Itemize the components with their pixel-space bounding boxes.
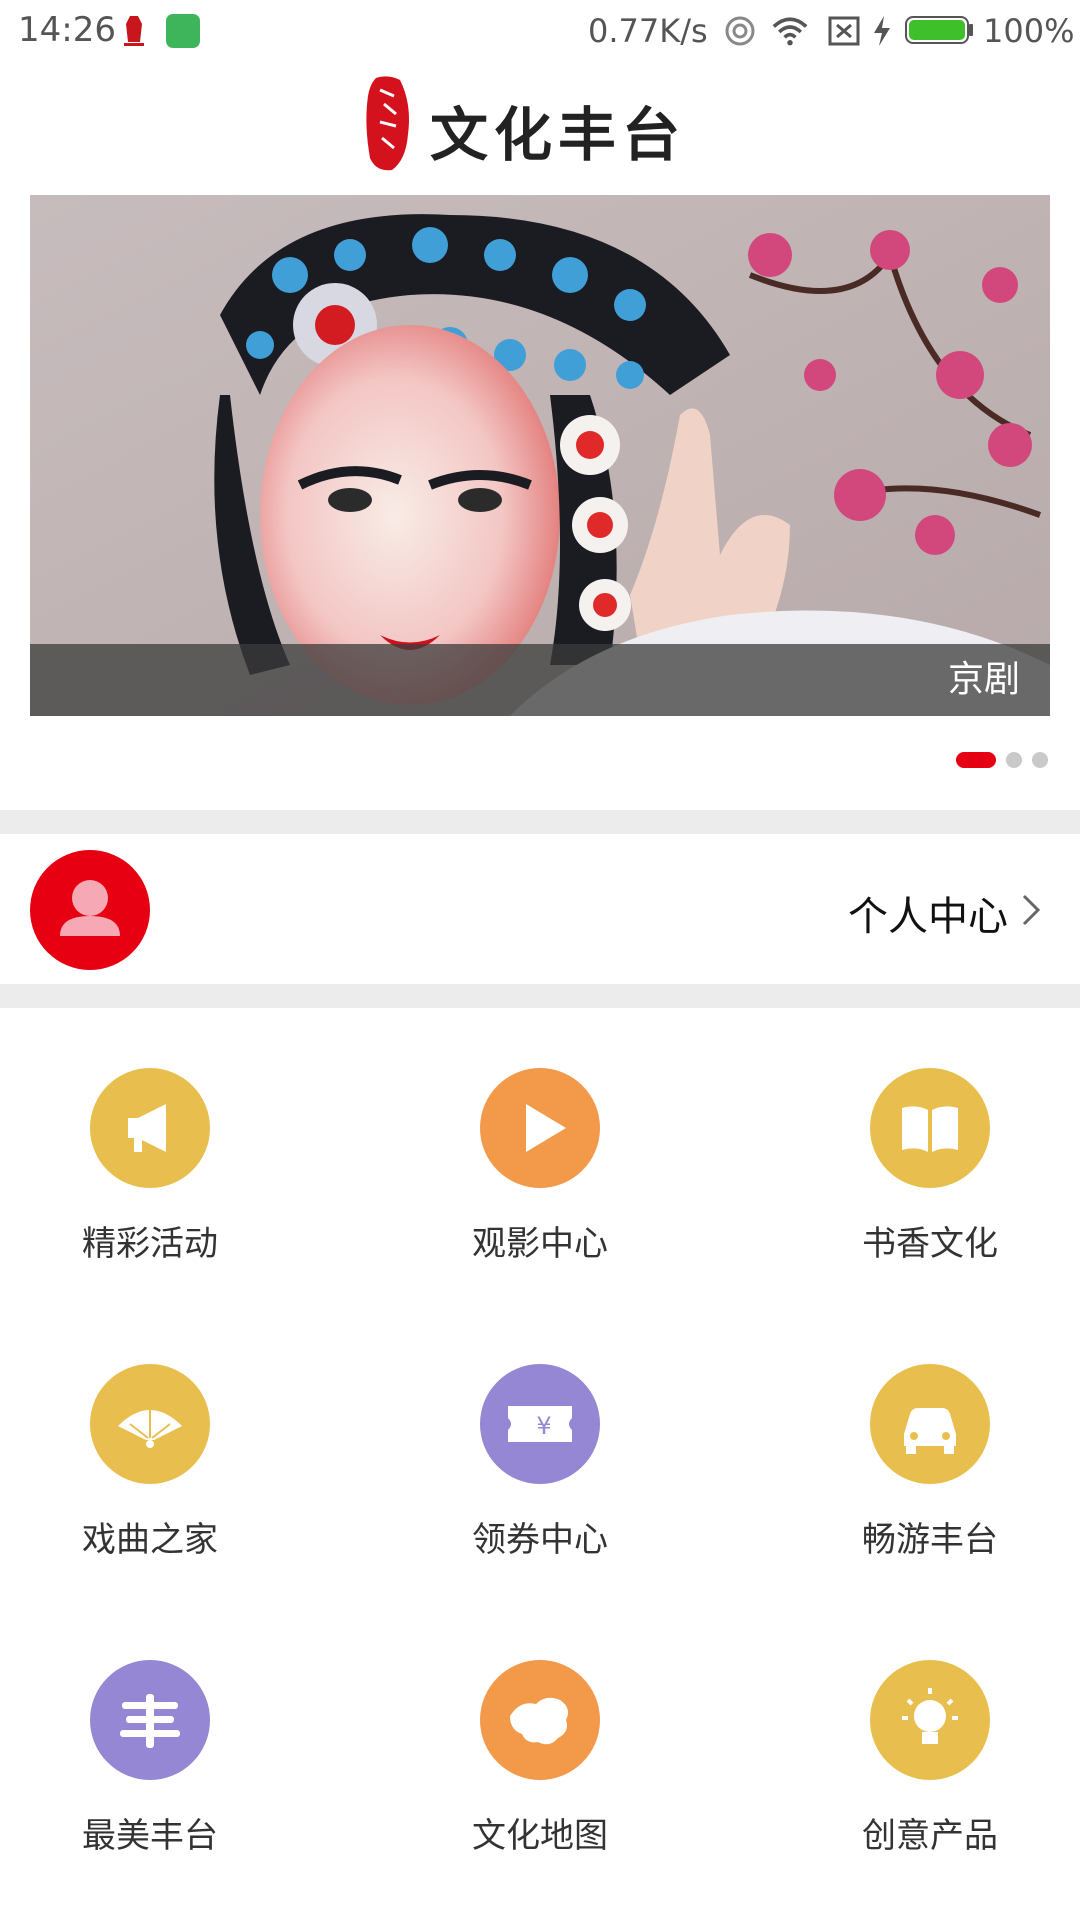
grid-item-label: 戏曲之家 bbox=[82, 1520, 218, 1560]
app-notification-icon bbox=[124, 16, 144, 46]
play-icon bbox=[480, 1068, 600, 1188]
section-divider bbox=[0, 984, 1080, 1008]
grid-item-opera[interactable]: 戏曲之家 bbox=[0, 1364, 300, 1604]
charging-icon bbox=[874, 16, 890, 46]
hotspot-icon bbox=[725, 16, 755, 46]
fan-icon bbox=[90, 1364, 210, 1484]
grid-item-label: 最美丰台 bbox=[82, 1816, 218, 1856]
carousel-dot-active[interactable] bbox=[956, 752, 996, 768]
app-header: 文化丰台 bbox=[0, 62, 1080, 190]
app-notification-icon-2 bbox=[166, 14, 200, 48]
user-icon bbox=[60, 880, 120, 936]
seal-logo-icon bbox=[366, 76, 409, 171]
car-icon bbox=[870, 1364, 990, 1484]
app-logo-title: 文化丰台 bbox=[430, 101, 687, 169]
section-divider bbox=[0, 810, 1080, 834]
banner-carousel[interactable]: 京剧 bbox=[30, 195, 1050, 716]
chevron-right-icon bbox=[1022, 894, 1041, 926]
avatar[interactable] bbox=[30, 850, 150, 970]
grid-item-activities[interactable]: 精彩活动 bbox=[0, 1068, 300, 1308]
megaphone-icon bbox=[90, 1068, 210, 1188]
china-map-icon bbox=[480, 1660, 600, 1780]
grid-item-travel[interactable]: 畅游丰台 bbox=[780, 1364, 1080, 1604]
grid-item-label: 文化地图 bbox=[472, 1816, 608, 1856]
grid-item-beautiful-fengtai[interactable]: 最美丰台 bbox=[0, 1660, 300, 1900]
grid-item-label: 精彩活动 bbox=[82, 1224, 218, 1264]
carousel-dot[interactable] bbox=[1032, 752, 1048, 768]
status-time: 14:26 bbox=[18, 10, 116, 50]
grid-item-cinema[interactable]: 观影中心 bbox=[390, 1068, 690, 1308]
feng-icon bbox=[90, 1660, 210, 1780]
banner-caption-bar bbox=[30, 644, 1050, 716]
personal-center-label: 个人中心 bbox=[848, 894, 1008, 940]
status-bar: 14:26 0.77K/s 100% bbox=[0, 0, 1080, 62]
wifi-icon bbox=[772, 17, 808, 46]
banner-image bbox=[30, 195, 1050, 716]
book-icon bbox=[870, 1068, 990, 1188]
svg-text:¥: ¥ bbox=[536, 1412, 551, 1440]
grid-item-label: 畅游丰台 bbox=[862, 1520, 998, 1560]
no-sim-icon bbox=[828, 16, 860, 46]
banner-caption: 京剧 bbox=[947, 659, 1020, 700]
grid-item-culture-map[interactable]: 文化地图 bbox=[390, 1660, 690, 1900]
battery-percent: 100% bbox=[983, 12, 1075, 50]
grid-item-label: 观影中心 bbox=[472, 1224, 608, 1264]
grid-item-creative-products[interactable]: 创意产品 bbox=[780, 1660, 1080, 1900]
lightbulb-icon bbox=[870, 1660, 990, 1780]
network-speed: 0.77K/s bbox=[588, 12, 708, 50]
coupon-icon: ¥ bbox=[480, 1364, 600, 1484]
carousel-dot[interactable] bbox=[1006, 752, 1022, 768]
grid-item-label: 领券中心 bbox=[472, 1520, 608, 1560]
grid-item-label: 书香文化 bbox=[862, 1224, 998, 1264]
personal-center-row[interactable]: 个人中心 bbox=[0, 836, 1080, 984]
grid-item-coupons[interactable]: ¥ 领券中心 bbox=[390, 1364, 690, 1604]
battery-icon bbox=[905, 16, 973, 44]
grid-item-books[interactable]: 书香文化 bbox=[780, 1068, 1080, 1308]
grid-item-label: 创意产品 bbox=[862, 1816, 998, 1856]
